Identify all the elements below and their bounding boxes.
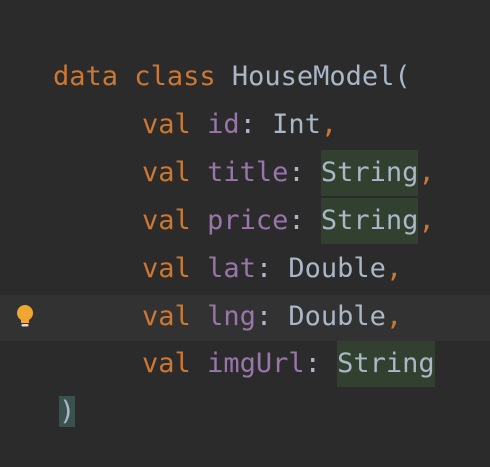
- lightbulb-icon[interactable]: [15, 303, 35, 331]
- code-line-field[interactable]: val lng: Double,: [77, 248, 402, 332]
- keyword-val: val: [142, 348, 191, 379]
- code-line-class-header[interactable]: data class HouseModel(: [0, 8, 411, 92]
- comma: ,: [418, 205, 435, 236]
- code-editor[interactable]: data class HouseModel( val id: Int, val …: [0, 0, 490, 467]
- field-type: String: [337, 341, 435, 387]
- close-paren: ): [59, 396, 76, 427]
- code-line-close[interactable]: ): [0, 343, 76, 427]
- code-line-field[interactable]: val lat: Double,: [77, 200, 402, 284]
- open-paren: (: [394, 61, 411, 92]
- code-line-field-current[interactable]: val imgUrl: String: [77, 295, 435, 387]
- code-line-field[interactable]: val price: String,: [77, 152, 435, 244]
- code-line-field[interactable]: val title: String,: [77, 104, 435, 196]
- colon: :: [304, 348, 321, 379]
- field-name: imgUrl: [207, 348, 305, 379]
- code-line-field[interactable]: val id: Int,: [77, 56, 337, 140]
